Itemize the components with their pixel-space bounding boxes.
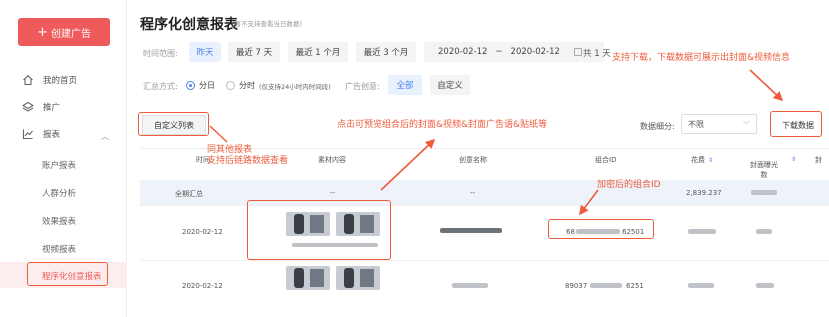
sidebar-item-label: 推广 xyxy=(43,103,61,113)
data-segment-value: 不限 xyxy=(688,119,704,129)
date-separator: ~ xyxy=(495,47,503,57)
calendar-icon xyxy=(573,48,582,56)
annotation-preview-tip: 点击可预览组合后的封面&视频&封面广告语&贴纸等 xyxy=(337,120,548,130)
creative-name-redacted xyxy=(452,283,488,288)
sort-icon[interactable]: ⇕ xyxy=(708,157,713,164)
sidebar-item-audience[interactable]: 人群分析 xyxy=(42,187,76,199)
col-header-creative-name: 创意名称 xyxy=(459,156,487,164)
home-icon xyxy=(22,74,34,86)
material-cover-thumb[interactable] xyxy=(286,266,330,290)
sidebar-item-promo[interactable]: 推广 xyxy=(22,98,60,116)
summary-material: -- xyxy=(330,189,336,197)
row-line xyxy=(140,260,829,261)
combo-id-prefix: 89037 xyxy=(565,282,588,290)
col-header-cost-label: 花费 xyxy=(691,156,705,164)
summary-name: -- xyxy=(470,189,476,197)
layers-icon xyxy=(22,101,34,113)
col-header-cover-exposure-label: 封面曝光 数 xyxy=(750,161,778,179)
col-header-material: 素材内容 xyxy=(318,156,346,164)
col-header-cover-more: 封 xyxy=(815,156,822,164)
annotation-box-download xyxy=(770,111,822,137)
creative-chip-all[interactable]: 全部 xyxy=(388,75,422,95)
date-end: 2020-02-12 xyxy=(510,47,560,57)
summary-cost: 2,839.237 xyxy=(686,189,722,197)
plus-icon: + xyxy=(37,24,48,40)
summary-mode-label: 汇总方式: xyxy=(143,82,178,91)
radio-by-day[interactable]: 分日 xyxy=(186,80,215,91)
col-header-cover-exposure[interactable]: 封面曝光 数 xyxy=(750,150,778,180)
page-title-note: (暂不支持查看当日数据) xyxy=(232,20,303,28)
radio-by-hour-note: (仅支持24小时内时间段) xyxy=(259,82,331,91)
arrow-custom-columns xyxy=(209,125,228,143)
annotation-box-sidebar-item xyxy=(27,262,108,286)
col-header-cost[interactable]: 花费 ⇕ xyxy=(691,155,713,165)
time-range-label: 时间范围: xyxy=(143,49,178,58)
summary-row xyxy=(140,180,829,205)
page-title: 程序化创意报表 xyxy=(140,17,238,33)
sidebar-item-video-report[interactable]: 视频报表 xyxy=(42,243,76,255)
data-segment-label: 数据细分: xyxy=(640,122,675,131)
radio-dot-icon xyxy=(186,81,195,90)
create-ad-label: 创建广告 xyxy=(50,28,91,40)
create-ad-button[interactable]: + 创建广告 xyxy=(18,18,110,46)
cost-redacted xyxy=(688,229,716,234)
radio-by-hour-label: 分时 xyxy=(239,81,255,90)
annotation-encrypted-id: 加密后的组合ID xyxy=(597,180,661,190)
creative-name-redacted xyxy=(440,228,502,233)
annotation-box-custom-columns xyxy=(138,112,209,136)
radio-dot-icon xyxy=(226,81,235,90)
time-chip-7d[interactable]: 最近 7 天 xyxy=(228,42,280,62)
exposure-redacted xyxy=(756,229,772,234)
time-chip-1m[interactable]: 最近 1 个月 xyxy=(288,42,348,62)
date-start: 2020-02-12 xyxy=(438,47,488,57)
date-range-picker[interactable]: 2020-02-12 ~ 2020-02-12 xyxy=(424,42,604,62)
sidebar-item-reports[interactable]: 报表 xyxy=(22,125,60,143)
row-date: 2020-02-12 xyxy=(182,282,223,290)
cost-redacted xyxy=(688,283,714,288)
row-line xyxy=(140,205,829,206)
sidebar-item-label: 报表 xyxy=(43,130,61,140)
exposure-redacted xyxy=(756,283,774,288)
time-chip-yesterday[interactable]: 昨天 xyxy=(189,42,221,62)
creative-chip-custom[interactable]: 自定义 xyxy=(430,75,470,95)
data-segment-select[interactable]: 不限 ﹀ xyxy=(681,114,757,134)
material-video-thumb[interactable] xyxy=(336,266,380,290)
combo-id-suffix: 6251 xyxy=(626,282,644,290)
row-date: 2020-02-12 xyxy=(182,228,223,236)
sidebar-item-effect-report[interactable]: 效果报表 xyxy=(42,215,76,227)
annotation-same-report-2: 支持后链路数据查看 xyxy=(207,156,289,166)
summary-label: 全期汇总 xyxy=(175,190,203,198)
chart-icon xyxy=(22,128,34,140)
annotation-box-material xyxy=(247,200,391,260)
date-span-days: 共 1 天 xyxy=(583,49,611,59)
radio-by-hour[interactable]: 分时 (仅支持24小时内时间段) xyxy=(226,80,331,91)
sidebar-item-label: 我的首页 xyxy=(43,76,78,86)
chevron-up-icon[interactable]: ︿ xyxy=(101,131,109,142)
creative-label: 广告创意: xyxy=(345,82,380,91)
arrow-download xyxy=(749,69,784,102)
annotation-download-tip: 支持下载，下载数据可展示出封面&视频信息 xyxy=(612,53,791,63)
chevron-down-icon: ﹀ xyxy=(743,121,750,129)
combo-id-redacted xyxy=(590,283,622,288)
sidebar-item-account-report[interactable]: 账户报表 xyxy=(42,159,76,171)
col-header-combo-id: 组合ID xyxy=(595,156,617,164)
radio-by-day-label: 分日 xyxy=(199,81,215,90)
sidebar-item-home[interactable]: 我的首页 xyxy=(22,71,77,89)
time-chip-3m[interactable]: 最近 3 个月 xyxy=(356,42,416,62)
sort-icon[interactable]: ⇕ xyxy=(791,156,796,163)
annotation-box-combo-id xyxy=(548,219,654,239)
summary-exposure-redacted xyxy=(751,190,777,195)
